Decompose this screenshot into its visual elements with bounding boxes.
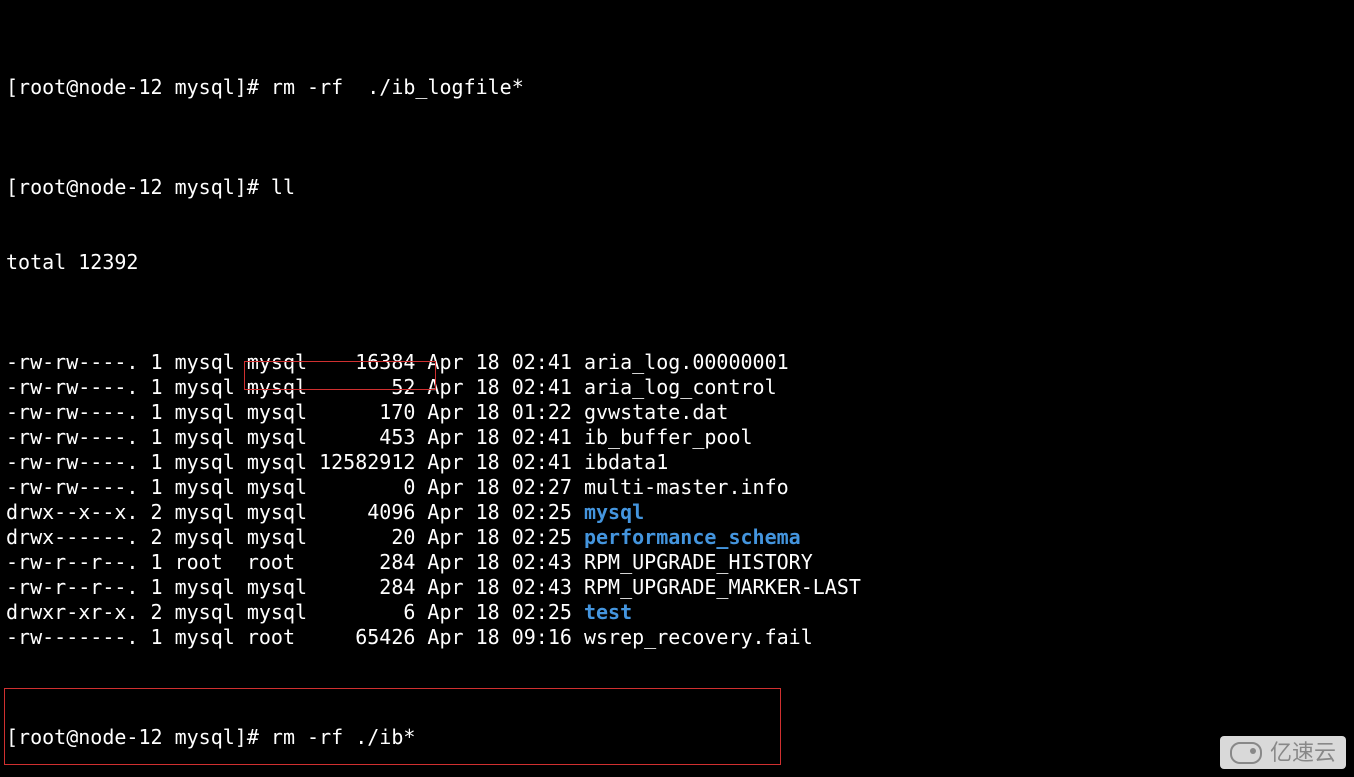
terminal-output[interactable]: [root@node-12 mysql]# rm -rf ./ib_logfil… (0, 0, 1354, 777)
file-row: -rw-rw----. 1 mysql mysql 12582912 Apr 1… (6, 450, 1348, 475)
shell-prompt: [root@node-12 mysql]# (6, 725, 271, 749)
terminal-line: [root@node-12 mysql]# rm -rf ./ib* (6, 725, 1348, 750)
file-name: ibdata1 (584, 450, 668, 474)
file-name: RPM_UPGRADE_MARKER-LAST (584, 575, 861, 599)
file-row: drwx--x--x. 2 mysql mysql 4096 Apr 18 02… (6, 500, 1348, 525)
file-name: ib_buffer_pool (584, 425, 753, 449)
file-row: -rw-r--r--. 1 root root 284 Apr 18 02:43… (6, 550, 1348, 575)
file-name: wsrep_recovery.fail (584, 625, 813, 649)
file-row: -rw-rw----. 1 mysql mysql 170 Apr 18 01:… (6, 400, 1348, 425)
file-row: -rw-rw----. 1 mysql mysql 52 Apr 18 02:4… (6, 375, 1348, 400)
file-row: -rw-rw----. 1 mysql mysql 0 Apr 18 02:27… (6, 475, 1348, 500)
command-text: rm -rf ./ib* (271, 725, 416, 749)
shell-prompt: [root@node-12 mysql]# (6, 75, 271, 99)
file-name: RPM_UPGRADE_HISTORY (584, 550, 813, 574)
directory-name: test (584, 600, 632, 624)
file-row: -rw-rw----. 1 mysql mysql 453 Apr 18 02:… (6, 425, 1348, 450)
file-name: gvwstate.dat (584, 400, 729, 424)
terminal-line: [root@node-12 mysql]# rm -rf ./ib_logfil… (6, 75, 1348, 100)
command-text: rm -rf ./ib_logfile* (271, 75, 524, 99)
shell-prompt: [root@node-12 mysql]# (6, 175, 271, 199)
file-row: drwxr-xr-x. 2 mysql mysql 6 Apr 18 02:25… (6, 600, 1348, 625)
file-listing-1: -rw-rw----. 1 mysql mysql 16384 Apr 18 0… (6, 350, 1348, 650)
file-row: drwx------. 2 mysql mysql 20 Apr 18 02:2… (6, 525, 1348, 550)
terminal-line: [root@node-12 mysql]# ll (6, 175, 1348, 200)
watermark-text: 亿速云 (1270, 740, 1336, 765)
watermark-logo-icon (1230, 742, 1262, 764)
file-name: aria_log.00000001 (584, 350, 789, 374)
file-row: -rw-------. 1 mysql root 65426 Apr 18 09… (6, 625, 1348, 650)
file-row: -rw-rw----. 1 mysql mysql 16384 Apr 18 0… (6, 350, 1348, 375)
file-name: aria_log_control (584, 375, 777, 399)
directory-name: mysql (584, 500, 644, 524)
terminal-line: total 12392 (6, 250, 1348, 275)
command-text: ll (271, 175, 295, 199)
directory-name: performance_schema (584, 525, 801, 549)
file-row: -rw-r--r--. 1 mysql mysql 284 Apr 18 02:… (6, 575, 1348, 600)
file-name: multi-master.info (584, 475, 789, 499)
watermark: 亿速云 (1220, 736, 1346, 769)
